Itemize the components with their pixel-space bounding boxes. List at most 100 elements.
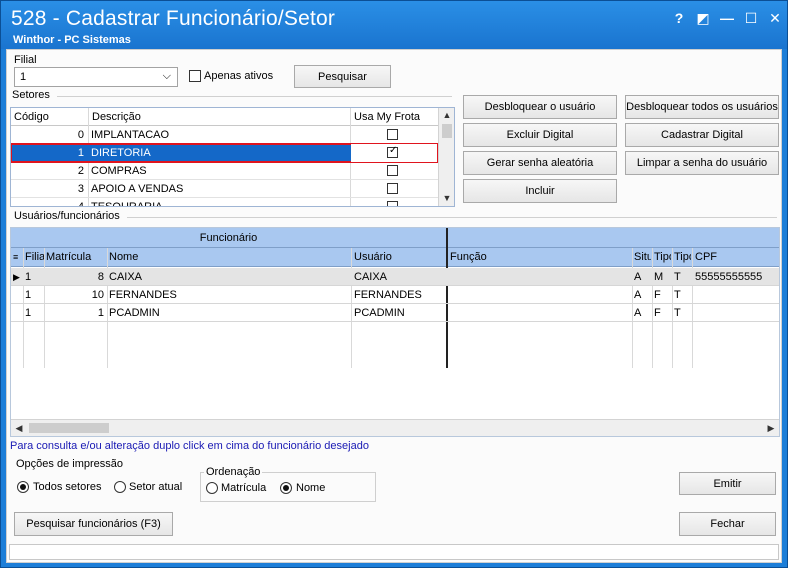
funcionario-situacao: A: [634, 289, 642, 301]
funcionario-nome: PCADMIN: [109, 307, 160, 319]
funcionario-matricula: 8: [97, 271, 104, 283]
funcionario-filial: 1: [25, 271, 32, 283]
setor-descricao: IMPLANTACAO: [91, 129, 170, 141]
usuarios-group-label: Usuários/funcionários: [14, 210, 120, 222]
apenas-ativos-label: Apenas ativos: [204, 70, 274, 82]
scroll-down-icon[interactable]: ▼: [439, 193, 454, 203]
usa-my-frota-checkbox[interactable]: [387, 201, 398, 206]
app-window: 528 - Cadastrar Funcionário/Setor Wintho…: [0, 0, 788, 568]
matricula-radio[interactable]: [206, 482, 218, 494]
status-bar: [9, 544, 779, 560]
impressao-group-label: Opções de impressão: [16, 458, 123, 470]
apenas-ativos-checkbox[interactable]: [189, 70, 201, 82]
funcionario-row[interactable]: ▶ 1 8 CAIXA CAIXA A M T 55555555555: [11, 268, 779, 286]
cadastrar-digital-button[interactable]: Cadastrar Digital: [625, 123, 779, 147]
funcionario-cpf: [695, 304, 779, 322]
band-funcionario: Funcionário: [199, 232, 258, 244]
scroll-right-icon[interactable]: ▶: [765, 423, 777, 434]
filial-value: 1: [20, 71, 27, 83]
scroll-thumb[interactable]: [442, 124, 452, 138]
setor-codigo: 4: [77, 201, 84, 207]
minimize-icon[interactable]: —: [717, 9, 737, 27]
col-cpf-header[interactable]: CPF: [695, 248, 775, 266]
matricula-label: Matrícula: [221, 482, 267, 494]
setor-row[interactable]: 1 DIRETORIA ✓: [11, 143, 439, 163]
scroll-up-icon[interactable]: ▲: [439, 110, 454, 120]
column-chooser-icon[interactable]: ≡: [13, 248, 23, 266]
setores-group-label: Setores: [12, 89, 50, 101]
setor-row[interactable]: 3 APOIO A VENDAS: [11, 180, 438, 198]
setor-row[interactable]: 2 COMPRAS: [11, 162, 438, 180]
usa-my-frota-checkbox[interactable]: [387, 165, 398, 176]
emitir-label: Emitir: [713, 477, 742, 490]
excluir-digital-button[interactable]: Excluir Digital: [463, 123, 617, 147]
help-icon[interactable]: ?: [669, 9, 689, 27]
col-codigo-header[interactable]: Código: [14, 108, 49, 126]
funcionario-filial: 1: [25, 307, 32, 319]
setor-atual-radio[interactable]: [114, 481, 126, 493]
desbloquear-usuario-label: Desbloquear o usuário: [484, 101, 596, 113]
setor-codigo: 3: [77, 183, 84, 195]
col-situacao-header[interactable]: Situação: [634, 248, 651, 266]
desbloquear-todos-button[interactable]: Desbloquear todos os usuários: [625, 95, 779, 119]
col-usuario-header[interactable]: Usuário: [354, 248, 444, 266]
col-funcao-header[interactable]: Função: [450, 248, 630, 266]
funcionario-usuario: FERNANDES: [354, 289, 422, 301]
gerar-senha-button[interactable]: Gerar senha aleatória: [463, 151, 617, 175]
pesquisar-button[interactable]: Pesquisar: [294, 65, 391, 88]
setor-descricao: COMPRAS: [91, 165, 147, 177]
emitir-button[interactable]: Emitir: [679, 472, 776, 495]
usa-my-frota-checkbox[interactable]: [387, 129, 398, 140]
funcionario-matricula: 10: [91, 289, 104, 301]
funcionario-cpf: 55555555555: [695, 271, 763, 283]
fechar-button[interactable]: Fechar: [679, 512, 776, 536]
col-tipo2-header[interactable]: Tipo: [674, 248, 691, 266]
setor-row[interactable]: 0 IMPLANTACAO: [11, 126, 438, 144]
todos-setores-radio[interactable]: [17, 481, 29, 493]
row-indicator-icon: ▶: [13, 272, 20, 282]
window-title: 528 - Cadastrar Funcionário/Setor: [11, 7, 336, 30]
col-nome-header[interactable]: Nome: [109, 248, 349, 266]
funcionario-usuario: PCADMIN: [354, 307, 405, 319]
col-filial-header[interactable]: Filial: [25, 248, 44, 266]
funcionario-tipo1: F: [654, 307, 661, 319]
usa-my-frota-checkbox[interactable]: [387, 183, 398, 194]
funcionario-row[interactable]: 1 1 PCADMIN PCADMIN A F T: [11, 304, 779, 322]
pesquisar-funcionarios-button[interactable]: Pesquisar funcionários (F3): [14, 512, 173, 536]
col-tipo1-header[interactable]: Tipo: [654, 248, 671, 266]
incluir-button[interactable]: Incluir: [463, 179, 617, 203]
title-bar[interactable]: 528 - Cadastrar Funcionário/Setor Wintho…: [1, 1, 787, 49]
setores-scrollbar[interactable]: ▲ ▼: [438, 108, 454, 206]
setor-descricao: DIRETORIA: [91, 147, 151, 159]
close-icon[interactable]: ✕: [765, 9, 785, 27]
funcionario-matricula: 1: [97, 307, 104, 319]
setor-row[interactable]: 4 TESOURARIA: [11, 198, 438, 207]
nome-radio[interactable]: [280, 482, 292, 494]
funcionario-nome: CAIXA: [109, 271, 143, 283]
setor-codigo: 0: [77, 129, 84, 141]
funcionario-row[interactable]: 1 10 FERNANDES FERNANDES A F T: [11, 286, 779, 304]
col-descricao-header[interactable]: Descrição: [92, 108, 141, 126]
desbloquear-usuario-button[interactable]: Desbloquear o usuário: [463, 95, 617, 119]
nome-label: Nome: [296, 482, 326, 494]
funcionario-cpf: [695, 286, 779, 304]
restore-icon[interactable]: ◩: [693, 9, 713, 27]
usa-my-frota-checkbox[interactable]: ✓: [387, 145, 398, 158]
gerar-senha-label: Gerar senha aleatória: [486, 157, 594, 169]
chevron-down-icon[interactable]: ⌵: [163, 70, 171, 83]
window-subtitle: Winthor - PC Sistemas: [13, 34, 131, 46]
funcionario-tipo1: F: [654, 289, 661, 301]
hscroll-thumb[interactable]: [29, 423, 109, 433]
limpar-senha-button[interactable]: Limpar a senha do usuário: [625, 151, 779, 175]
setores-grid[interactable]: Código Descrição Usa My Frota 0 IMPLANTAC…: [10, 107, 455, 207]
scroll-left-icon[interactable]: ◀: [13, 423, 25, 434]
funcionario-funcao: [450, 268, 630, 286]
usuarios-group-line: [127, 217, 777, 218]
usuarios-hscrollbar[interactable]: ◀ ▶: [11, 419, 779, 436]
filial-combo[interactable]: 1 ⌵: [14, 67, 178, 87]
col-usa-header[interactable]: Usa My Frota: [354, 108, 420, 126]
excluir-digital-label: Excluir Digital: [506, 129, 574, 141]
maximize-icon[interactable]: ☐: [741, 9, 761, 27]
col-matricula-header[interactable]: Matrícula: [46, 248, 106, 266]
usuarios-grid[interactable]: Funcionário ≡ Filial Matrícula Nome Usuá…: [10, 227, 780, 437]
